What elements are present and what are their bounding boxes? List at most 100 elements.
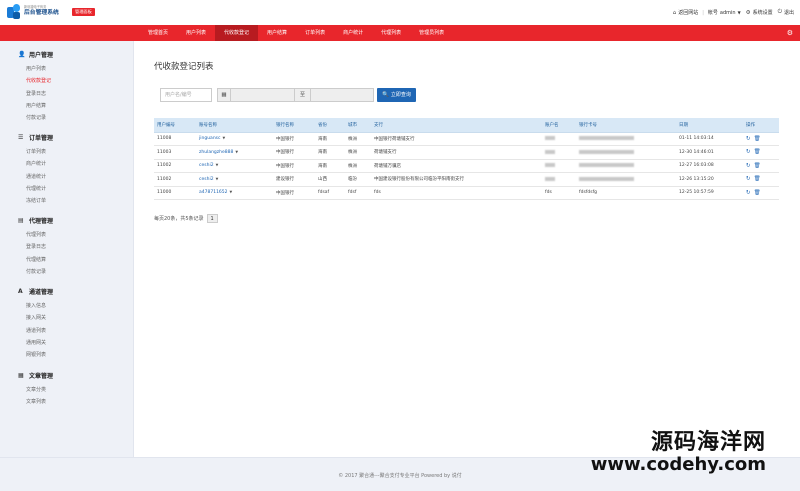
- account-link[interactable]: zhulangzhe888 ▼: [196, 145, 273, 160]
- account-menu[interactable]: 帐号 admin ▼: [708, 9, 741, 17]
- sidebar-group-title[interactable]: 👤 用户管理: [18, 50, 53, 59]
- sidebar-item-general-gateway[interactable]: 通用网关: [26, 337, 53, 349]
- logout-link[interactable]: ⏻ 退出: [778, 9, 794, 16]
- col-actions: 操作: [743, 118, 779, 133]
- sidebar-group-title[interactable]: ▤ 代理管理: [18, 216, 53, 225]
- trash-icon[interactable]: 🗑: [754, 190, 761, 196]
- top-right-links: ⌂ 返回网站 | 帐号 admin ▼ ⚙ 系统设置 ⏻ 退出: [673, 9, 794, 16]
- col-bank: 银行名称: [273, 118, 315, 133]
- logo-tagline: 新利捷电子商务: [24, 5, 47, 9]
- nav-item-users[interactable]: 用户列表: [177, 25, 215, 41]
- caret-down-icon: ▼: [222, 136, 226, 141]
- sidebar-item-agent-settlement[interactable]: 代理结算: [26, 254, 53, 266]
- trash-icon[interactable]: 🗑: [754, 163, 761, 169]
- holder-cell: [542, 159, 576, 173]
- list-icon: ☰: [18, 134, 24, 141]
- watermark: 源码海洋网 www.codehy.com: [591, 432, 766, 474]
- account-link[interactable]: jinguansc ▼: [196, 132, 273, 146]
- search-button[interactable]: 🔍 立即查询: [377, 88, 416, 102]
- logo-title: 后台管理系统: [24, 10, 59, 17]
- edit-icon[interactable]: ↻: [746, 163, 751, 169]
- sidebar-group-orders: ☰ 订单管理 订单列表 商户统计 通道统计 代理统计 冻结订单: [18, 133, 53, 207]
- sidebar-item-bank-list[interactable]: 网银列表: [26, 349, 53, 361]
- nav-item-orders[interactable]: 订单列表: [296, 25, 334, 41]
- home-icon: ⌂: [672, 9, 677, 16]
- sidebar-group-articles: ▦ 文章管理 文章分类 文章列表: [18, 371, 53, 409]
- card-cell: [576, 159, 676, 173]
- nav-item-home[interactable]: 管理首页: [139, 25, 177, 41]
- sidebar-item-frozen-orders[interactable]: 冻结订单: [26, 195, 53, 207]
- trash-icon[interactable]: 🗑: [754, 176, 761, 182]
- sidebar-item-agent-stats[interactable]: 代理统计: [26, 183, 53, 195]
- settings-link[interactable]: ⚙ 系统设置: [746, 9, 773, 17]
- page-button[interactable]: 1: [206, 214, 218, 223]
- nav-item-admins[interactable]: 管理员列表: [410, 25, 453, 41]
- edit-icon[interactable]: ↻: [746, 190, 751, 196]
- row-actions: ↻ 🗑: [743, 172, 779, 187]
- nav-item-collection-register[interactable]: 代收款登记: [215, 25, 259, 41]
- sidebar-group-title[interactable]: ▦ 文章管理: [18, 371, 53, 380]
- sidebar-item-access-gateway[interactable]: 接入网关: [26, 312, 53, 324]
- account-link[interactable]: a478711652 ▼: [196, 186, 273, 200]
- nav-item-merchant-stats[interactable]: 商户统计: [334, 25, 372, 41]
- card-cell: [576, 145, 676, 160]
- sidebar-item-user-settlement[interactable]: 用户结算: [26, 100, 53, 112]
- caret-down-icon: ▼: [229, 190, 233, 195]
- logo-icon: [7, 4, 21, 19]
- sidebar-item-channel-list[interactable]: 通道列表: [26, 325, 53, 337]
- sidebar-item-article-categories[interactable]: 文章分类: [26, 384, 53, 396]
- table-row: 11002 ceshi2 ▼ 中国银行 海南 株洲 荷塘铺万骥店 12-27 16…: [154, 159, 779, 173]
- sidebar-item-merchant-stats[interactable]: 商户统计: [26, 158, 53, 170]
- user-search-input[interactable]: 用户名/编号: [160, 88, 212, 102]
- table-row: 11002 ceshi2 ▼ 建设银行 山西 临汾 中国建设银行股份有限公司临汾平…: [154, 172, 779, 187]
- sidebar-item-user-list[interactable]: 用户列表: [26, 63, 53, 75]
- col-province: 省份: [315, 118, 345, 133]
- edit-icon[interactable]: ↻: [746, 149, 751, 155]
- sidebar-group-title[interactable]: ☰ 订单管理: [18, 133, 53, 142]
- edit-icon[interactable]: ↻: [746, 176, 751, 182]
- caret-down-icon: ▼: [235, 149, 239, 154]
- divider: |: [702, 9, 704, 16]
- return-site-link[interactable]: ⌂ 返回网站: [672, 9, 699, 17]
- col-account: 账号名称: [196, 118, 273, 133]
- sidebar-item-agent-list[interactable]: 代理列表: [26, 229, 53, 241]
- holder-cell: [542, 132, 576, 146]
- sidebar-item-payment-records[interactable]: 付款记录: [26, 112, 53, 124]
- trash-icon[interactable]: 🗑: [754, 136, 761, 142]
- account-link[interactable]: ceshi2 ▼: [196, 159, 273, 173]
- end-date-input[interactable]: [310, 88, 374, 102]
- sidebar-group-title[interactable]: A 通道管理: [18, 287, 53, 296]
- table-row: 11008 jinguansc ▼ 中国银行 海南 株洲 中国银行荷塘铺支行 01…: [154, 132, 779, 146]
- user-icon: 👤: [18, 51, 26, 58]
- sidebar-item-access-info[interactable]: 接入信息: [26, 300, 53, 312]
- search-icon: 🔍: [382, 92, 389, 98]
- gear-icon[interactable]: ⚙: [787, 29, 793, 37]
- col-card: 银行卡号: [576, 118, 676, 133]
- sidebar-item-order-list[interactable]: 订单列表: [26, 146, 53, 158]
- row-actions: ↻ 🗑: [743, 145, 779, 160]
- sidebar-item-article-list[interactable]: 文章列表: [26, 396, 53, 408]
- sidebar-group-agents: ▤ 代理管理 代理列表 登录日志 代理结算 付款记录: [18, 216, 53, 278]
- sidebar-item-agent-payment-records[interactable]: 付款记录: [26, 266, 53, 278]
- chevron-down-icon: ▼: [737, 10, 741, 15]
- sidebar-item-channel-stats[interactable]: 通道统计: [26, 171, 53, 183]
- sidebar-item-collection-register[interactable]: 代收款登记: [26, 75, 53, 87]
- edit-icon[interactable]: ↻: [746, 136, 751, 142]
- row-actions: ↻ 🗑: [743, 186, 779, 200]
- sidebar-item-agent-login-log[interactable]: 登录日志: [26, 241, 53, 253]
- trash-icon[interactable]: 🗑: [754, 149, 761, 155]
- nav-item-agents[interactable]: 代理列表: [372, 25, 410, 41]
- caret-down-icon: ▼: [215, 163, 219, 168]
- pager-summary: 每页20条，共5条记录: [154, 216, 204, 222]
- card-cell: [576, 132, 676, 146]
- calendar-icon: ▦: [217, 88, 231, 102]
- power-icon: ⏻: [777, 9, 782, 15]
- sidebar-item-login-log[interactable]: 登录日志: [26, 88, 53, 100]
- start-date-input[interactable]: [231, 88, 295, 102]
- table-header-row: 用户编号 账号名称 银行名称 省份 城市 支行 账户名 银行卡号 日期 操作: [154, 118, 779, 133]
- nav-item-user-settlement[interactable]: 用户结算: [258, 25, 296, 41]
- admin-panel-badge: 管理面板: [72, 8, 95, 16]
- account-link[interactable]: ceshi2 ▼: [196, 172, 273, 187]
- table-row: 11000 a478711652 ▼ 中国银行 fdsaf fdsf fds fd…: [154, 186, 779, 200]
- logo[interactable]: 新利捷电子商务 后台管理系统: [7, 4, 59, 19]
